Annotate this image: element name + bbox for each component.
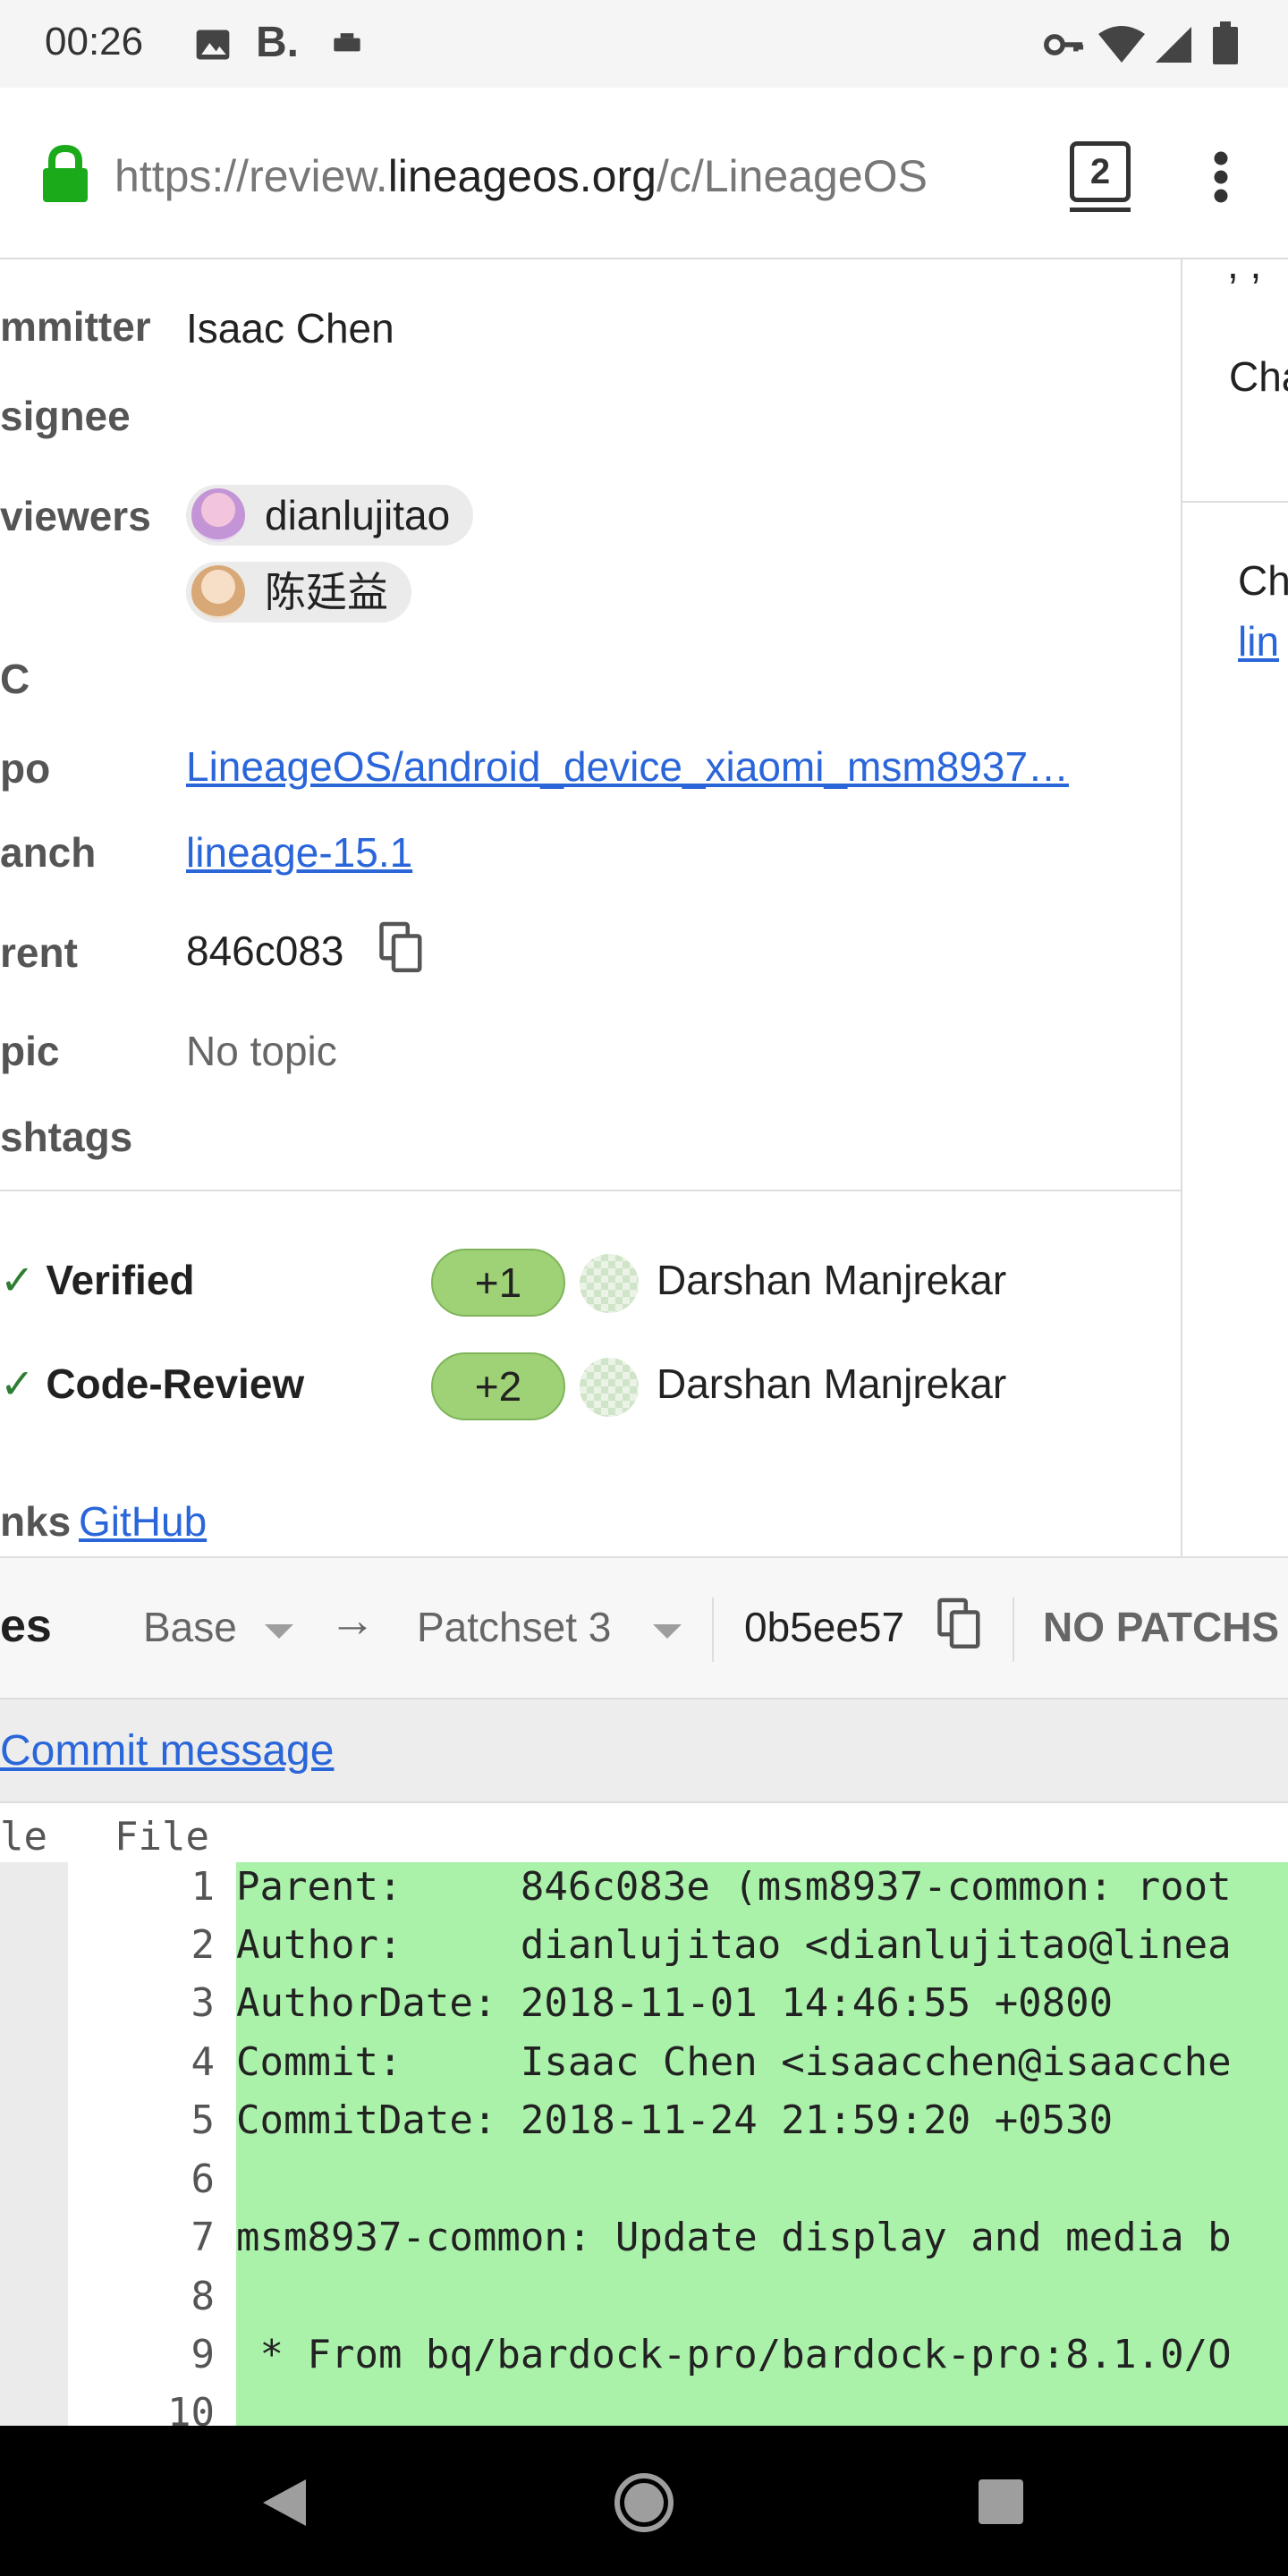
system-nav-bar xyxy=(0,2426,1288,2576)
url-suffix: /c/LineageOS xyxy=(656,151,928,201)
line-number[interactable]: 6 xyxy=(72,2157,216,2202)
line-number[interactable]: 2 xyxy=(72,1922,216,1968)
diff-view: le File 1 Parent: 846c083e (msm8937-comm… xyxy=(0,1805,1288,2426)
home-icon[interactable] xyxy=(614,2472,674,2538)
diff-line: * From bq/bardock-pro/bardock-pro:8.1.0/… xyxy=(236,2332,1232,2377)
line-number[interactable]: 10 xyxy=(72,2390,215,2426)
url-domain: lineageos.org xyxy=(387,151,657,201)
repo-label: po xyxy=(0,745,51,792)
line-number[interactable]: 5 xyxy=(72,2097,216,2143)
browser-toolbar: https://review.lineageos.org/c/LineageOS… xyxy=(0,88,1288,259)
line-number[interactable]: 9 xyxy=(72,2332,216,2377)
diff-line: CommitDate: 2018-11-24 21:59:20 +0530 xyxy=(236,2097,1114,2143)
files-header: es Base → Patchset 3 0b5ee57 NO PATCHS xyxy=(0,1556,1288,1699)
recents-icon[interactable] xyxy=(977,2478,1025,2530)
voter-name[interactable]: Darshan Manjrekar xyxy=(657,1256,1006,1304)
b-icon: B. xyxy=(256,19,299,66)
back-icon[interactable] xyxy=(259,2476,309,2534)
cc-label: C xyxy=(0,656,30,702)
reviewer-chip[interactable]: 陈廷益 xyxy=(186,562,411,623)
patchset-hash: 0b5ee57 xyxy=(744,1604,905,1650)
check-icon: ✓ xyxy=(0,1360,35,1407)
tab-switcher-button[interactable]: 2 xyxy=(1070,141,1131,212)
divider xyxy=(1182,501,1288,503)
battery-icon xyxy=(1213,21,1238,69)
copy-icon[interactable] xyxy=(936,1597,984,1656)
base-select[interactable]: Base xyxy=(143,1603,237,1651)
vote-chip[interactable]: +2 xyxy=(431,1352,565,1420)
assignee-label: signee xyxy=(0,393,131,439)
files-title: es xyxy=(0,1600,52,1652)
divider xyxy=(0,1190,1181,1191)
change-info-panel: mmitter Isaac Chen signee viewers dianlu… xyxy=(0,259,1181,1556)
label-name: Verified xyxy=(46,1257,195,1303)
diff-line: Parent: 846c083e (msm8937-common: root xyxy=(236,1864,1232,1910)
reviewer-name: dianlujitao xyxy=(265,492,451,538)
usb-icon xyxy=(327,25,367,69)
label-code-review: ✓ Code-Review xyxy=(0,1360,304,1408)
key-icon xyxy=(1043,25,1086,69)
label-name: Code-Review xyxy=(46,1360,305,1407)
github-link[interactable]: GitHub xyxy=(79,1497,207,1546)
line-number[interactable]: 3 xyxy=(72,1980,216,2026)
repo-link[interactable]: LineageOS/android_device_xiaomi_msm8937… xyxy=(186,742,1069,791)
chevron-down-icon[interactable] xyxy=(265,1624,293,1639)
branch-link[interactable]: lineage-15.1 xyxy=(186,828,412,877)
patchset-select[interactable]: Patchset 3 xyxy=(417,1603,611,1651)
related-changes-panel: , , Cha Ch lin xyxy=(1181,241,1288,1556)
label-verified: ✓ Verified xyxy=(0,1256,195,1304)
wifi-icon xyxy=(1097,25,1147,69)
status-bar: 00:26 B. xyxy=(0,0,1288,88)
committer-value: Isaac Chen xyxy=(186,305,394,352)
url-field[interactable]: https://review.lineageos.org/c/LineageOS xyxy=(114,150,1036,202)
diff-left-header: le xyxy=(0,1814,47,1860)
parent-hash: 846c083 xyxy=(186,928,344,974)
topic-value[interactable]: No topic xyxy=(186,1027,337,1075)
diff-line: AuthorDate: 2018-11-01 14:46:55 +0800 xyxy=(236,1980,1114,2026)
status-time: 00:26 xyxy=(45,20,144,64)
image-icon xyxy=(193,25,233,69)
diff-line: msm8937-common: Update display and media… xyxy=(236,2215,1232,2260)
line-number[interactable]: 4 xyxy=(72,2039,216,2085)
committer-label: mmitter xyxy=(0,303,151,350)
right-top-text: , , xyxy=(1227,241,1262,287)
right-item: Cha xyxy=(1229,353,1288,400)
url-prefix: https://review. xyxy=(114,151,388,201)
diff-right-header: File xyxy=(114,1814,209,1860)
commit-message-row: Commit message xyxy=(0,1699,1288,1803)
arrow-icon: → xyxy=(329,1595,376,1647)
line-number[interactable]: 8 xyxy=(72,2274,216,2319)
divider xyxy=(712,1597,714,1662)
avatar xyxy=(580,1254,639,1313)
avatar xyxy=(191,565,245,619)
line-number[interactable]: 7 xyxy=(72,2215,216,2260)
avatar xyxy=(580,1358,639,1417)
branch-label: anch xyxy=(0,829,97,876)
topic-label: pic xyxy=(0,1028,60,1074)
reviewer-name: 陈廷益 xyxy=(265,569,388,615)
check-icon: ✓ xyxy=(0,1257,35,1303)
voter-name[interactable]: Darshan Manjrekar xyxy=(657,1360,1006,1408)
signal-icon xyxy=(1154,25,1193,69)
avatar xyxy=(191,488,245,542)
overflow-menu-icon[interactable] xyxy=(1208,150,1234,208)
hashtags-label: shtags xyxy=(0,1114,133,1160)
no-patchsets-label: NO PATCHS xyxy=(1043,1604,1280,1650)
reviewer-chip[interactable]: dianlujitao xyxy=(186,485,474,546)
copy-icon[interactable] xyxy=(377,921,426,979)
chevron-down-icon[interactable] xyxy=(653,1624,682,1639)
commit-message-link[interactable]: Commit message xyxy=(0,1726,334,1775)
right-item-link[interactable]: lin xyxy=(1238,617,1279,665)
diff-left-gutter xyxy=(0,1862,68,2426)
right-item: Ch xyxy=(1238,557,1288,604)
lock-icon xyxy=(39,143,91,208)
diff-line: Author: dianlujitao <dianlujitao@linea xyxy=(236,1922,1232,1968)
reviewers-label: viewers xyxy=(0,493,151,539)
divider xyxy=(1013,1597,1014,1662)
diff-line: Commit: Isaac Chen <isaacchen@isaacche xyxy=(236,2039,1232,2085)
links-label: nks xyxy=(0,1498,72,1545)
parent-label: rent xyxy=(0,929,78,976)
vote-chip[interactable]: +1 xyxy=(431,1249,565,1317)
line-number[interactable]: 1 xyxy=(72,1864,216,1910)
